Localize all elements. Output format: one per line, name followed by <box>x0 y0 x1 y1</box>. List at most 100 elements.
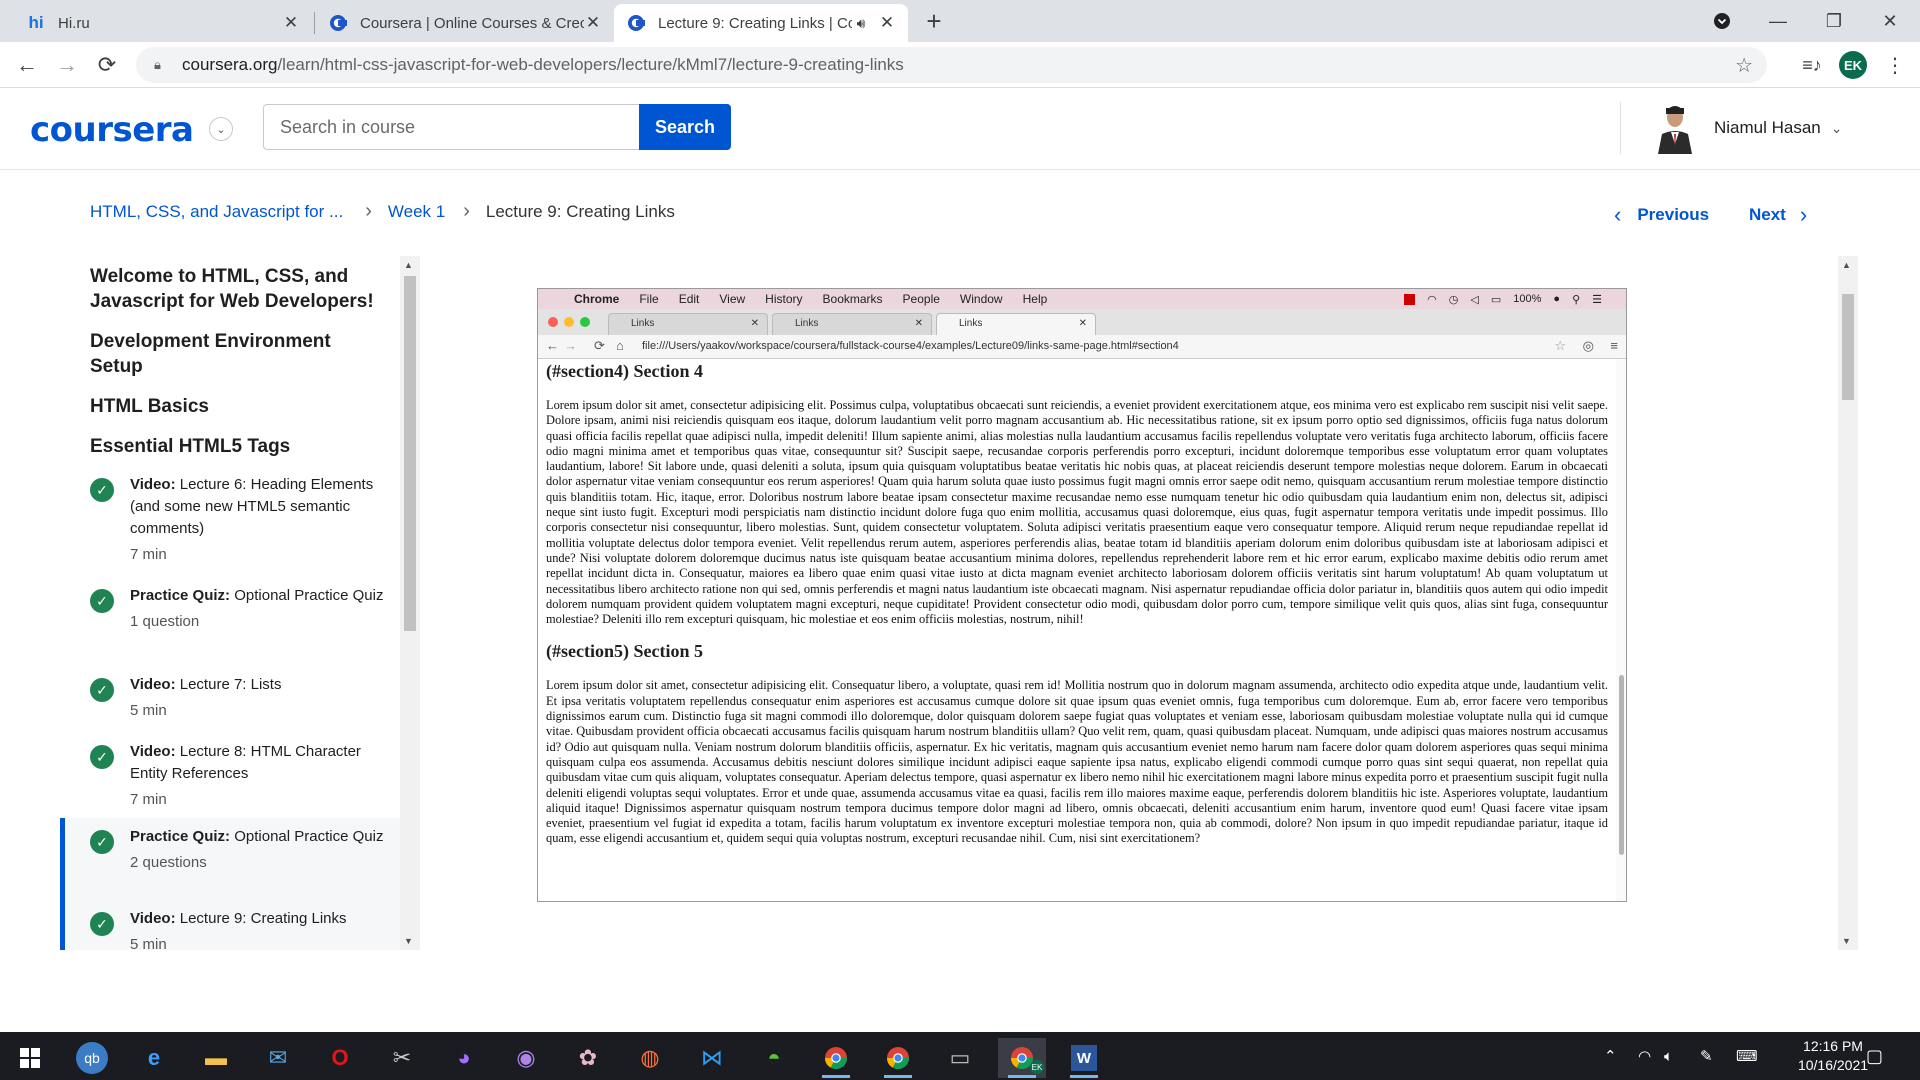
mail-icon[interactable]: ✉ <box>254 1038 302 1078</box>
snipping-tool-icon[interactable]: ✂ <box>378 1038 426 1078</box>
menu-item: People <box>902 292 940 306</box>
sidebar-item-lecture-9[interactable]: ✓ Video: Lecture 9: Creating Links 5 min <box>60 904 400 950</box>
chevron-right-icon: › <box>463 200 470 222</box>
url-path: /learn/html-css-javascript-for-web-devel… <box>277 55 904 74</box>
scroll-down-icon[interactable]: ▼ <box>1842 936 1851 946</box>
volume-icon: ◁ <box>1470 293 1479 306</box>
pen-icon[interactable]: ✎ <box>1700 1032 1713 1080</box>
terminal-icon[interactable]: ▭ <box>936 1038 984 1078</box>
tab-coursera-home[interactable]: Coursera | Online Courses & Crec ✕ <box>316 4 614 42</box>
chrome-icon[interactable] <box>812 1038 860 1078</box>
tab-search-button[interactable] <box>1694 0 1750 42</box>
user-menu[interactable]: Niamul Hasan ⌄ <box>1652 102 1843 154</box>
breadcrumb-course[interactable]: HTML, CSS, and Javascript for ... <box>90 202 343 222</box>
profile-button[interactable]: EK <box>1838 50 1868 80</box>
notification-icon[interactable]: ▢ <box>1866 1032 1883 1080</box>
qb-app-icon[interactable]: qb <box>68 1038 116 1078</box>
course-sidebar: Welcome to HTML, CSS, and Javascript for… <box>60 256 420 950</box>
sidebar-item-quiz-1[interactable]: ✓ Practice Quiz: Optional Practice Quiz … <box>60 585 400 633</box>
chevron-right-icon: › <box>1799 202 1808 227</box>
file-explorer-icon[interactable]: ▬ <box>192 1038 240 1078</box>
item-title: Optional Practice Quiz <box>234 828 384 845</box>
volume-icon[interactable]: 🔈︎ <box>1664 1032 1673 1080</box>
list-icon: ☰ <box>1592 293 1602 306</box>
menu-item: File <box>639 292 659 306</box>
keyboard-icon[interactable]: ⌨ <box>1736 1032 1758 1080</box>
search-input[interactable] <box>263 104 640 150</box>
browser-menu-icon[interactable]: ⋮ <box>1880 50 1910 80</box>
sidebar-section-dev-env[interactable]: Development Environment Setup <box>90 329 380 379</box>
chevron-up-icon[interactable]: ⌃ <box>1604 1032 1617 1080</box>
coursera-icon <box>328 13 348 33</box>
item-type: Video: <box>130 476 176 493</box>
menu-app: Chrome <box>574 292 620 306</box>
avatar <box>1652 102 1698 154</box>
sidebar-item-lecture-8[interactable]: ✓ Video: Lecture 8: HTML Character Entit… <box>60 741 400 811</box>
inner-url: file:///Users/yaakov/workspace/coursera/… <box>642 340 1179 352</box>
content-scroll-thumb[interactable] <box>1842 294 1854 400</box>
section4-text: Lorem ipsum dolor sit amet, consectetur … <box>546 398 1608 627</box>
next-button[interactable]: Next › <box>1749 202 1807 228</box>
chevron-down-icon[interactable]: ⌄ <box>209 117 233 141</box>
windows-start-icon[interactable] <box>6 1038 54 1078</box>
address-bar[interactable]: 🔒︎ coursera.org/learn/html-css-javascrip… <box>136 47 1767 83</box>
tab-hi-ru[interactable]: hi Hi.ru ✕ <box>14 4 312 42</box>
browser-toolbar: ← → ⟳ 🔒︎ coursera.org/learn/html-css-jav… <box>0 42 1920 88</box>
search-button[interactable]: Search <box>639 104 731 150</box>
check-circle-icon: ✓ <box>90 912 114 936</box>
menu-item: Window <box>959 292 1003 306</box>
sidebar-scroll-thumb[interactable] <box>404 276 416 631</box>
sidebar-item-lecture-6[interactable]: ✓ Video: Lecture 6: Heading Elements (an… <box>60 474 400 566</box>
media-control-icon[interactable]: ≡♪ <box>1797 50 1827 80</box>
minimize-dot-icon <box>564 317 574 327</box>
inner-address-bar: ← → ⟳ ⌂ file:///Users/yaakov/workspace/c… <box>538 335 1626 359</box>
scroll-up-icon[interactable]: ▲ <box>1842 260 1851 270</box>
sidebar-section-welcome[interactable]: Welcome to HTML, CSS, and Javascript for… <box>90 264 380 314</box>
maximize-button[interactable]: ❐ <box>1806 0 1862 42</box>
reload-button[interactable]: ⟳ <box>92 50 122 80</box>
word-icon[interactable]: W <box>1060 1038 1108 1078</box>
sidebar-item-quiz-2[interactable]: ✓ Practice Quiz: Optional Practice Quiz … <box>60 818 400 904</box>
sidebar-section-html5-tags[interactable]: Essential HTML5 Tags <box>90 434 380 459</box>
vscode-icon[interactable]: ⋈ <box>688 1038 736 1078</box>
item-meta: 2 questions <box>130 854 207 871</box>
coursera-logo[interactable]: coursera <box>30 110 194 150</box>
chrome-profile-icon[interactable] <box>874 1038 922 1078</box>
breadcrumb-current: Lecture 9: Creating Links <box>485 201 675 221</box>
video-player[interactable]: Chrome File Edit View History Bookmarks … <box>537 288 1627 902</box>
network-icon[interactable]: ◠ <box>1638 1032 1651 1080</box>
close-tab-icon[interactable]: ✕ <box>282 13 300 33</box>
breadcrumb-week[interactable]: Week 1 <box>388 202 445 222</box>
app-icon[interactable]: ◓ <box>750 1038 798 1078</box>
previous-button[interactable]: ‹ Previous <box>1614 202 1709 228</box>
scroll-down-icon[interactable]: ▼ <box>404 936 413 946</box>
chevron-right-icon: › <box>365 200 372 222</box>
item-type: Practice Quiz: <box>130 587 231 604</box>
word-label: W <box>1071 1045 1097 1071</box>
chrome-ek-icon[interactable]: EK <box>998 1038 1046 1078</box>
minimize-button[interactable]: — <box>1750 0 1806 42</box>
close-tab-icon[interactable]: ✕ <box>584 13 602 33</box>
section5-text: Lorem ipsum dolor sit amet, consectetur … <box>546 678 1608 846</box>
speaker-icon[interactable]: 🔊︎ <box>852 15 870 32</box>
github-icon[interactable]: ◉ <box>502 1038 550 1078</box>
tab-lecture-9[interactable]: Lecture 9: Creating Links | Co 🔊︎ ✕ <box>614 4 908 42</box>
edge-icon[interactable]: e <box>130 1038 178 1078</box>
firefox-icon[interactable]: ◍ <box>626 1038 674 1078</box>
new-tab-button[interactable]: + <box>922 6 946 37</box>
sidebar-section-html-basics[interactable]: HTML Basics <box>90 394 380 419</box>
sidebar-scrollbar[interactable]: ▲ ▼ <box>400 256 420 950</box>
sidebar-item-lecture-7[interactable]: ✓ Video: Lecture 7: Lists 5 min <box>60 674 400 722</box>
scroll-up-icon[interactable]: ▲ <box>404 260 413 270</box>
forward-button[interactable]: → <box>52 50 82 80</box>
paint-icon[interactable]: ✿ <box>564 1038 612 1078</box>
back-button[interactable]: ← <box>12 50 42 80</box>
close-tab-icon[interactable]: ✕ <box>878 13 896 33</box>
bookmark-star-icon[interactable]: ☆ <box>1735 53 1753 78</box>
close-window-button[interactable]: ✕ <box>1862 0 1918 42</box>
content-scrollbar[interactable]: ▲ ▼ <box>1838 256 1858 950</box>
spotlight-icon: ⚲ <box>1572 293 1581 306</box>
messenger-icon[interactable]: ◕ <box>440 1038 488 1078</box>
check-circle-icon: ✓ <box>90 478 114 502</box>
opera-icon[interactable]: O <box>316 1038 364 1078</box>
